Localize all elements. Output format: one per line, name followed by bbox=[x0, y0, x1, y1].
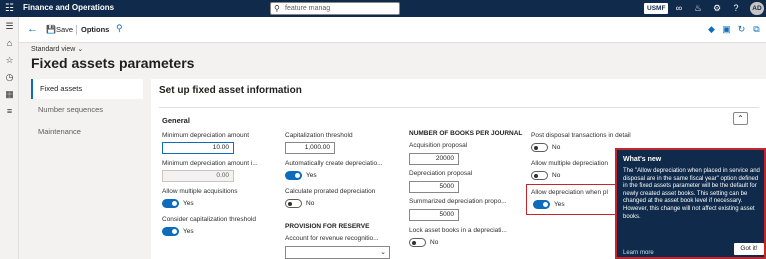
calc-prorated-value: No bbox=[306, 200, 315, 207]
allow-multi-dep-toggle[interactable] bbox=[531, 171, 548, 180]
save-disk-icon: 💾 bbox=[46, 25, 56, 34]
workspaces-icon[interactable]: ▦ bbox=[4, 89, 15, 100]
refresh-icon[interactable]: ↻ bbox=[736, 24, 747, 35]
recent-clock-icon[interactable]: ◷ bbox=[4, 72, 15, 83]
lock-books-label: Lock asset books in a depreciati... bbox=[409, 227, 507, 234]
post-disposal-label: Post disposal transactions in detail bbox=[531, 132, 631, 139]
link-icon[interactable]: ∞ bbox=[673, 2, 685, 14]
consider-cap-label: Consider capitalization threshold bbox=[162, 216, 256, 223]
app-title[interactable]: Finance and Operations bbox=[23, 3, 114, 12]
top-nav-bar: ☷ Finance and Operations ⚲ feature manag… bbox=[0, 0, 766, 17]
min-dep-label: Minimum depreciation amount bbox=[162, 132, 250, 139]
save-button[interactable]: 💾Save bbox=[46, 25, 73, 34]
whats-new-callout: What's new The "Allow depreciation when … bbox=[615, 148, 766, 259]
tab-maintenance[interactable]: Maintenance bbox=[31, 122, 143, 142]
cap-threshold-input[interactable]: 1,000.00 bbox=[285, 142, 335, 154]
min-dep-i-label: Minimum depreciation amount i... bbox=[162, 160, 258, 167]
books-header: NUMBER OF BOOKS PER JOURNAL bbox=[409, 130, 523, 137]
chevron-down-icon: ⌄ bbox=[380, 249, 386, 256]
options-tab[interactable]: Options bbox=[81, 25, 109, 34]
learn-more-link[interactable]: Learn more bbox=[623, 250, 654, 256]
calc-prorated-toggle[interactable] bbox=[285, 199, 302, 208]
got-it-button[interactable]: Got it! bbox=[734, 243, 764, 255]
account-label: Account for revenue recognitio... bbox=[285, 235, 379, 242]
hamburger-menu-icon[interactable]: ☰ bbox=[4, 21, 15, 32]
sum-dep-input[interactable]: 5000 bbox=[409, 209, 459, 221]
consider-cap-value: Yes bbox=[183, 228, 194, 235]
standard-view-dropdown[interactable]: Standard view ⌄ bbox=[31, 45, 83, 53]
vertical-tabs: Fixed assets Number sequences Maintenanc… bbox=[31, 79, 143, 259]
global-search-value: feature manag bbox=[285, 5, 331, 12]
diamond-icon[interactable]: ◆ bbox=[706, 24, 717, 35]
account-dropdown[interactable]: ⌄ bbox=[285, 246, 390, 259]
post-disposal-toggle[interactable] bbox=[531, 143, 548, 152]
search-icon: ⚲ bbox=[274, 4, 280, 13]
view-label: Standard view bbox=[31, 46, 76, 53]
favorites-star-icon[interactable]: ☆ bbox=[4, 55, 15, 66]
dep-proposal-label: Depreciation proposal bbox=[409, 170, 473, 177]
toolbar-divider bbox=[76, 25, 77, 35]
acq-proposal-input[interactable]: 20000 bbox=[409, 153, 459, 165]
notifications-icon[interactable]: ♨ bbox=[692, 2, 704, 14]
allow-multi-acq-toggle[interactable] bbox=[162, 199, 179, 208]
section-title: Set up fixed asset information bbox=[159, 85, 302, 96]
tab-number-sequences[interactable]: Number sequences bbox=[31, 100, 143, 120]
collapse-chevron-up-icon[interactable]: ⌃ bbox=[733, 112, 748, 125]
company-picker[interactable]: USMF bbox=[644, 3, 669, 14]
page-title: Fixed assets parameters bbox=[31, 55, 195, 71]
calc-prorated-label: Calculate prorated depreciation bbox=[285, 188, 376, 195]
avatar[interactable]: AD bbox=[750, 2, 764, 15]
fasttab-title[interactable]: General bbox=[162, 116, 190, 125]
min-dep-input[interactable]: 10.00 bbox=[162, 142, 234, 154]
back-arrow-icon[interactable]: ← bbox=[27, 23, 38, 35]
allow-multi-dep-value: No bbox=[552, 172, 561, 179]
auto-create-value: Yes bbox=[306, 172, 317, 179]
popout-icon[interactable]: ⧉ bbox=[751, 24, 762, 35]
dep-proposal-input[interactable]: 5000 bbox=[409, 181, 459, 193]
save-label: Save bbox=[55, 25, 74, 34]
sum-dep-label: Summarized depreciation propo... bbox=[409, 198, 507, 205]
global-search-input[interactable]: ⚲ feature manag bbox=[270, 2, 400, 15]
allow-multi-acq-label: Allow multiple acquisitions bbox=[162, 188, 238, 195]
acq-proposal-label: Acquisition proposal bbox=[409, 142, 468, 149]
post-disposal-value: No bbox=[552, 144, 561, 151]
callout-body: The "Allow depreciation when placed in s… bbox=[623, 168, 760, 220]
office-icon[interactable]: ▣ bbox=[721, 24, 732, 35]
home-icon[interactable]: ⌂ bbox=[4, 38, 15, 49]
tab-fixed-assets[interactable]: Fixed assets bbox=[31, 79, 143, 99]
auto-create-toggle[interactable] bbox=[285, 171, 302, 180]
allow-multi-dep-label: Allow multiple depreciation bbox=[531, 160, 608, 167]
action-pane: ← 💾Save Options ⚲ ◆ ▣ ↻ ⧉ bbox=[19, 17, 766, 43]
app-launcher-icon[interactable]: ☷ bbox=[3, 2, 16, 15]
lock-books-toggle[interactable] bbox=[409, 238, 426, 247]
modules-list-icon[interactable]: ≡ bbox=[4, 106, 15, 117]
chevron-down-icon: ⌄ bbox=[77, 46, 84, 53]
provision-header: PROVISION FOR RESERVE bbox=[285, 223, 370, 230]
left-nav-rail: ☰ ⌂ ☆ ◷ ▦ ≡ bbox=[0, 17, 19, 259]
feature-highlight-box bbox=[526, 184, 618, 215]
auto-create-label: Automatically create depreciatio... bbox=[285, 160, 383, 167]
consider-cap-toggle[interactable] bbox=[162, 227, 179, 236]
help-icon[interactable]: ? bbox=[730, 2, 742, 14]
cap-threshold-label: Capitalization threshold bbox=[285, 132, 353, 139]
allow-multi-acq-value: Yes bbox=[183, 200, 194, 207]
min-dep-i-input[interactable]: 0.00 bbox=[162, 170, 234, 182]
action-search-icon[interactable]: ⚲ bbox=[116, 23, 123, 34]
lock-books-value: No bbox=[430, 239, 439, 246]
callout-title: What's new bbox=[623, 156, 662, 163]
settings-gear-icon[interactable]: ⚙ bbox=[711, 2, 723, 14]
